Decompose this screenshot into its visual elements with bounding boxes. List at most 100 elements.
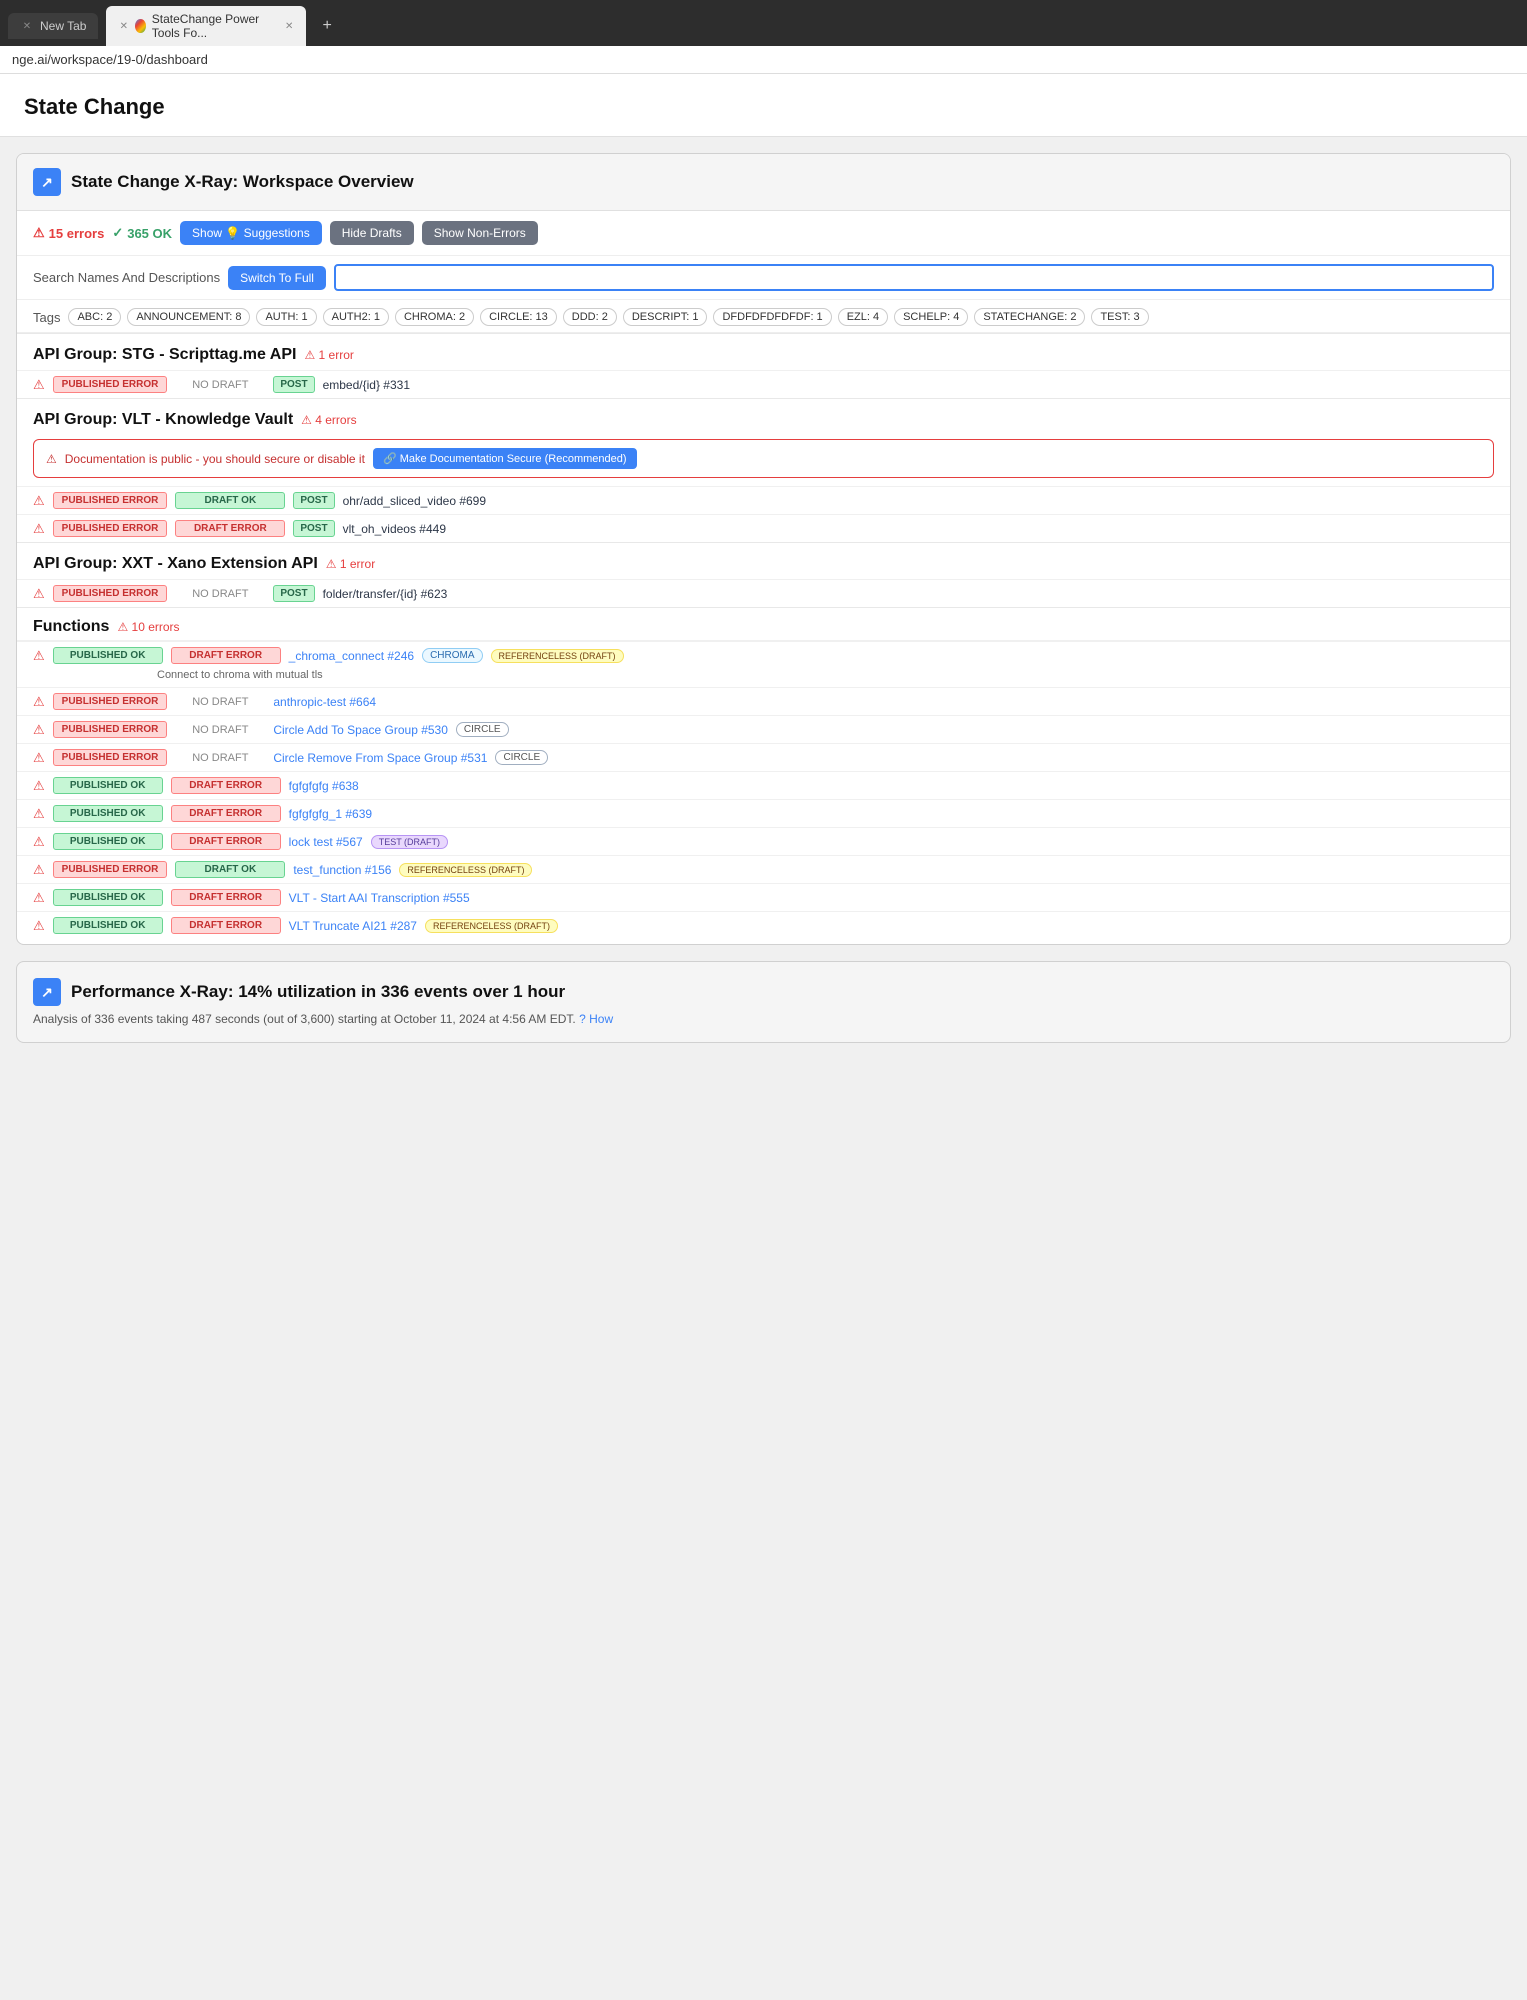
endpoint-name-xxt1[interactable]: folder/transfer/{id} #623 <box>323 587 448 601</box>
pub-status-f4: PUBLISHED ERROR <box>53 749 168 766</box>
endpoint-name-stg1[interactable]: embed/{id} #331 <box>323 378 410 392</box>
endpoint-name-f6[interactable]: fgfgfgfg_1 #639 <box>289 807 372 821</box>
tag-chroma-f1[interactable]: CHROMA <box>422 648 482 663</box>
error-triangle-icon: ⚠ <box>33 225 45 241</box>
pub-status-f5: PUBLISHED OK <box>53 777 163 794</box>
draft-status-f6: DRAFT ERROR <box>171 805 281 822</box>
endpoint-name-f8[interactable]: test_function #156 <box>293 863 391 877</box>
warning-icon-f2: ⚠ <box>33 694 45 710</box>
function-row-9: ⚠ PUBLISHED OK DRAFT ERROR VLT - Start A… <box>17 883 1510 911</box>
tab-new[interactable]: ✕ New Tab <box>8 13 98 39</box>
pub-status-vlt2: PUBLISHED ERROR <box>53 520 168 537</box>
browser-chrome: ✕ New Tab ✕ StateChange Power Tools Fo..… <box>0 0 1527 46</box>
make-docs-secure-button[interactable]: 🔗 Make Documentation Secure (Recommended… <box>373 448 637 469</box>
tag-descript[interactable]: DESCRIPT: 1 <box>623 308 708 326</box>
pub-status-f2: PUBLISHED ERROR <box>53 693 168 710</box>
show-non-errors-button[interactable]: Show Non-Errors <box>422 221 538 245</box>
tag-announcement[interactable]: ANNOUNCEMENT: 8 <box>127 308 250 326</box>
performance-panel-desc: Analysis of 336 events taking 487 second… <box>33 1012 1494 1026</box>
api-group-vlt-name: API Group: VLT - Knowledge Vault <box>33 411 293 429</box>
tag-circle-f4[interactable]: CIRCLE <box>495 750 548 765</box>
tags-row: Tags ABC: 2 ANNOUNCEMENT: 8 AUTH: 1 AUTH… <box>17 300 1510 333</box>
pub-status-f8: PUBLISHED ERROR <box>53 861 168 878</box>
hide-drafts-button[interactable]: Hide Drafts <box>330 221 414 245</box>
panel-title: State Change X-Ray: Workspace Overview <box>71 172 414 192</box>
tag-auth[interactable]: AUTH: 1 <box>256 308 316 326</box>
endpoint-name-vlt2[interactable]: vlt_oh_videos #449 <box>343 522 446 536</box>
tag-circle-f3[interactable]: CIRCLE <box>456 722 509 737</box>
endpoint-name-f10[interactable]: VLT Truncate AI21 #287 <box>289 919 417 933</box>
search-input[interactable] <box>334 264 1494 291</box>
warning-icon-f8: ⚠ <box>33 862 45 878</box>
tag-test[interactable]: TEST: 3 <box>1091 308 1148 326</box>
new-tab-button[interactable]: + <box>314 13 339 39</box>
function-row-7: ⚠ PUBLISHED OK DRAFT ERROR lock test #56… <box>17 827 1510 855</box>
warning-icon-f1: ⚠ <box>33 648 45 664</box>
endpoint-name-f4[interactable]: Circle Remove From Space Group #531 <box>273 751 487 765</box>
draft-status-f4: NO DRAFT <box>175 752 265 764</box>
endpoint-name-vlt1[interactable]: ohr/add_sliced_video #699 <box>343 494 486 508</box>
performance-panel-icon: ↗ <box>33 978 61 1006</box>
endpoint-name-f1[interactable]: _chroma_connect #246 <box>289 649 414 663</box>
tag-statechange[interactable]: STATECHANGE: 2 <box>974 308 1085 326</box>
function-row-1: ⚠ PUBLISHED OK DRAFT ERROR _chroma_conne… <box>17 640 1510 687</box>
api-group-xxt-header: API Group: XXT - Xano Extension API ⚠ 1 … <box>17 542 1510 579</box>
functions-title: Functions <box>33 618 109 636</box>
pub-status-stg1: PUBLISHED ERROR <box>53 376 168 393</box>
tab-close-active[interactable]: ✕ <box>118 19 129 33</box>
endpoint-name-f2[interactable]: anthropic-test #664 <box>273 695 376 709</box>
api-group-xxt-name: API Group: XXT - Xano Extension API <box>33 555 318 573</box>
draft-status-stg1: NO DRAFT <box>175 379 265 391</box>
endpoint-row-vlt-1: ⚠ PUBLISHED ERROR DRAFT OK POST ohr/add_… <box>17 486 1510 514</box>
warning-icon-f9: ⚠ <box>33 890 45 906</box>
show-suggestions-button[interactable]: Show 💡 Suggestions <box>180 221 322 245</box>
tag-abc[interactable]: ABC: 2 <box>68 308 121 326</box>
draft-status-f3: NO DRAFT <box>175 724 265 736</box>
tab-active[interactable]: ✕ StateChange Power Tools Fo... ✕ <box>106 6 306 46</box>
tag-test-f7[interactable]: TEST (DRAFT) <box>371 835 448 849</box>
tab-label-new: New Tab <box>40 19 86 33</box>
tag-referenceless-f8[interactable]: REFERENCELESS (DRAFT) <box>399 863 532 877</box>
tag-ddd[interactable]: DDD: 2 <box>563 308 617 326</box>
draft-status-f8: DRAFT OK <box>175 861 285 878</box>
endpoint-row-xxt-1: ⚠ PUBLISHED ERROR NO DRAFT POST folder/t… <box>17 579 1510 607</box>
api-group-stg: API Group: STG - Scripttag.me API ⚠ 1 er… <box>17 333 1510 398</box>
tag-referenceless-f1[interactable]: REFERENCELESS (DRAFT) <box>491 649 624 663</box>
api-group-stg-name: API Group: STG - Scripttag.me API <box>33 346 296 364</box>
tag-dfdfd[interactable]: DFDFDFDFDFDF: 1 <box>713 308 831 326</box>
function-row-5: ⚠ PUBLISHED OK DRAFT ERROR fgfgfgfg #638 <box>17 771 1510 799</box>
functions-errors: ⚠ 10 errors <box>117 620 179 634</box>
api-group-vlt-header: API Group: VLT - Knowledge Vault ⚠ 4 err… <box>17 398 1510 435</box>
endpoint-name-f5[interactable]: fgfgfgfg #638 <box>289 779 359 793</box>
tag-auth2[interactable]: AUTH2: 1 <box>323 308 389 326</box>
ok-count: ✓ 365 OK <box>112 225 172 241</box>
endpoint-name-f3[interactable]: Circle Add To Space Group #530 <box>273 723 448 737</box>
tag-circle[interactable]: CIRCLE: 13 <box>480 308 557 326</box>
warning-icon-f10: ⚠ <box>33 918 45 934</box>
method-badge-vlt1: POST <box>293 492 334 509</box>
tag-ezl[interactable]: EZL: 4 <box>838 308 888 326</box>
warning-triangle-icon: ⚠ <box>46 452 57 466</box>
function-row-2: ⚠ PUBLISHED ERROR NO DRAFT anthropic-tes… <box>17 687 1510 715</box>
tag-chroma[interactable]: CHROMA: 2 <box>395 308 474 326</box>
draft-status-f1: DRAFT ERROR <box>171 647 281 664</box>
xray-panel: ↗ State Change X-Ray: Workspace Overview… <box>16 153 1511 945</box>
warning-icon-f7: ⚠ <box>33 834 45 850</box>
tag-referenceless-f10[interactable]: REFERENCELESS (DRAFT) <box>425 919 558 933</box>
tab-close-new[interactable]: ✕ <box>20 19 34 33</box>
pub-status-f7: PUBLISHED OK <box>53 833 163 850</box>
search-row: Search Names And Descriptions Switch To … <box>17 256 1510 300</box>
tag-schelp[interactable]: SCHELP: 4 <box>894 308 968 326</box>
function-row-8: ⚠ PUBLISHED ERROR DRAFT OK test_function… <box>17 855 1510 883</box>
draft-status-xxt1: NO DRAFT <box>175 588 265 600</box>
endpoint-row-stg-1: ⚠ PUBLISHED ERROR NO DRAFT POST embed/{i… <box>17 370 1510 398</box>
url-display: nge.ai/workspace/19-0/dashboard <box>12 52 208 67</box>
switch-to-full-button[interactable]: Switch To Full <box>228 266 326 290</box>
tags-label: Tags <box>33 308 60 325</box>
tab-close-icon[interactable]: ✕ <box>284 19 295 33</box>
endpoint-name-f9[interactable]: VLT - Start AAI Transcription #555 <box>289 891 470 905</box>
endpoint-name-f7[interactable]: lock test #567 <box>289 835 363 849</box>
functions-header: Functions ⚠ 10 errors <box>17 607 1510 640</box>
pub-status-f1: PUBLISHED OK <box>53 647 163 664</box>
how-link[interactable]: ? How <box>579 1012 613 1026</box>
